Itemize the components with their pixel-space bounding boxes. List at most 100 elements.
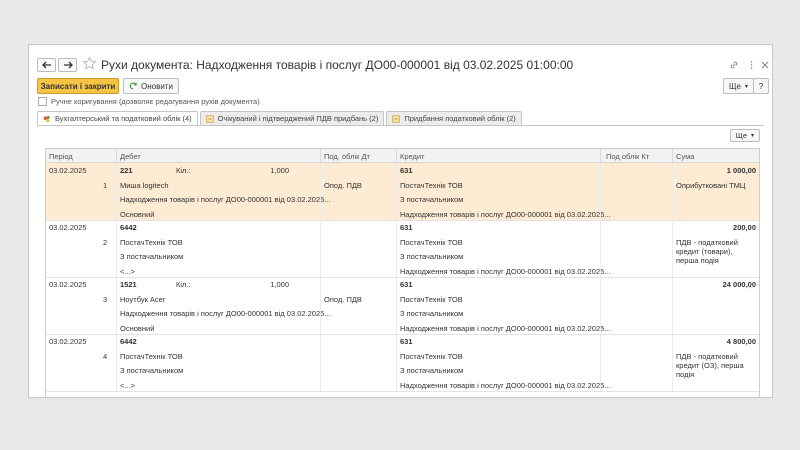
debit-subconto-1: Ноутбук Acer <box>120 294 166 304</box>
column-divider <box>672 220 673 277</box>
help-button[interactable]: ? <box>753 78 769 94</box>
amount-value: 24 000,00 <box>722 280 756 289</box>
credit-subconto-2: З постачальником <box>400 366 464 375</box>
manual-correction-checkbox[interactable] <box>38 97 47 106</box>
credit-subconto-1: ПостачТехнік ТОВ <box>400 180 463 190</box>
star-icon[interactable] <box>82 56 97 71</box>
credit-subconto-2: З постачальником <box>400 309 464 318</box>
kebab-icon[interactable] <box>744 58 758 72</box>
amount-note: ПДВ - податковий кредит (ОЗ), перша поді… <box>676 351 744 379</box>
column-divider <box>116 277 117 334</box>
row-number: 1 <box>103 180 108 190</box>
debit-subconto-3: Основний <box>120 209 155 219</box>
debit-account: 6442 <box>120 223 137 232</box>
tax-debit-value: Опод. ПДВ <box>324 294 362 304</box>
column-divider <box>600 163 601 220</box>
debit-subconto-2: Надходження товарів і послуг ДО00-000001… <box>120 309 331 318</box>
credit-subconto-3: Надходження товарів і послуг ДО00-000001… <box>400 323 611 333</box>
arrow-left-icon <box>41 61 51 69</box>
movements-table[interactable]: Період Дебет Под. облік Дт Кредит Под об… <box>45 148 760 397</box>
table-row[interactable]: 03.02.2025 3 1521 Кіл.: 1,000 Ноутбук Acer Над… <box>46 277 759 335</box>
column-divider <box>320 277 321 334</box>
manual-correction-label: Ручне коригування (дозволяє редагування … <box>51 97 260 106</box>
debit-subconto-2: З постачальником <box>120 252 184 261</box>
tab-label: Придбання податковий облік (2) <box>404 114 516 123</box>
header-tax-credit[interactable]: Под облік Кт <box>606 152 649 161</box>
column-divider <box>116 334 117 391</box>
credit-subconto-2: З постачальником <box>400 252 464 261</box>
credit-account: 631 <box>400 337 413 346</box>
close-icon[interactable] <box>758 58 772 72</box>
table-row[interactable]: 03.02.2025 2 6442 ПостачТехнік ТОВ З постача… <box>46 220 759 278</box>
credit-account: 631 <box>400 223 413 232</box>
credit-subconto-1: ПостачТехнік ТОВ <box>400 237 463 247</box>
header-tax-debit[interactable]: Под. облік Дт <box>324 152 370 161</box>
back-button[interactable] <box>37 58 56 72</box>
register-icon <box>206 114 214 123</box>
column-divider <box>116 163 117 220</box>
toolbar: Записати і закрити Оновити Ще ▾ ? <box>29 77 772 95</box>
more-label: Ще <box>729 81 741 91</box>
quantity-label: Кіл.: <box>176 280 191 289</box>
row-number: 2 <box>103 237 108 247</box>
row-number: 4 <box>103 351 108 361</box>
row-period: 03.02.2025 <box>49 223 87 232</box>
credit-account: 631 <box>400 280 413 289</box>
grid-more-button[interactable]: Ще ▾ <box>729 129 760 142</box>
column-divider <box>672 277 673 334</box>
forward-button[interactable] <box>58 58 77 72</box>
header-debit[interactable]: Дебет <box>120 152 141 161</box>
tab-divider <box>37 125 764 126</box>
amount-value: 1 000,00 <box>726 166 756 175</box>
debit-subconto-2: Надходження товарів і послуг ДО00-000001… <box>120 195 331 204</box>
credit-subconto-1: ПостачТехнік ТОВ <box>400 294 463 304</box>
header-credit[interactable]: Кредит <box>400 152 425 161</box>
amount-note: Оприбутковані ТМЦ <box>676 180 746 190</box>
credit-subconto-2: З постачальником <box>400 195 464 204</box>
column-divider <box>396 220 397 277</box>
movements-window: Рухи документа: Надходження товарів і по… <box>28 44 773 398</box>
more-button[interactable]: Ще ▾ <box>723 78 754 94</box>
tab-vat-expected[interactable]: Очікуваний і підтверджений ПДВ придбань … <box>199 111 385 125</box>
refresh-button[interactable]: Оновити <box>123 78 179 94</box>
tab-label: Бухгалтерський та податковий облік (4) <box>55 114 192 123</box>
debit-subconto-3: Основний <box>120 323 155 333</box>
column-divider <box>320 220 321 277</box>
debit-account: 221 <box>120 166 133 175</box>
column-divider <box>396 334 397 391</box>
debit-subconto-3: <...> <box>120 380 136 390</box>
column-divider <box>600 277 601 334</box>
debit-subconto-3: <...> <box>120 266 136 276</box>
tab-purchase-tax[interactable]: Придбання податковий облік (2) <box>386 111 522 125</box>
tab-accounting[interactable]: Бухгалтерський та податковий облік (4) <box>37 111 198 125</box>
table-row[interactable]: 03.02.2025 4 6442 ПостачТехнік ТОВ З постача… <box>46 334 759 392</box>
column-divider <box>600 220 601 277</box>
register-icon <box>392 114 400 123</box>
quantity-label: Кіл.: <box>176 166 191 175</box>
link-icon[interactable] <box>727 58 741 72</box>
debit-subconto-1: ПостачТехнік ТОВ <box>120 351 183 361</box>
table-row[interactable]: 03.02.2025 1 221 Кіл.: 1,000 Миша logitech Над… <box>46 163 759 221</box>
chevron-down-icon: ▾ <box>750 133 754 139</box>
credit-subconto-3: Надходження товарів і послуг ДО00-000001… <box>400 266 611 276</box>
debit-account: 6442 <box>120 337 137 346</box>
credit-subconto-3: Надходження товарів і послуг ДО00-000001… <box>400 380 611 390</box>
arrow-right-icon <box>63 61 73 69</box>
column-divider <box>396 277 397 334</box>
header-amount[interactable]: Сума <box>676 152 694 161</box>
column-divider <box>320 334 321 391</box>
manual-correction-row[interactable]: Ручне коригування (дозволяє редагування … <box>38 97 260 106</box>
header-period[interactable]: Період <box>49 152 73 161</box>
refresh-icon <box>129 82 137 90</box>
tab-strip: Бухгалтерський та податковий облік (4) О… <box>37 111 524 125</box>
amount-value: 4 800,00 <box>726 337 756 346</box>
save-and-close-button[interactable]: Записати і закрити <box>37 78 119 94</box>
row-number: 3 <box>103 294 108 304</box>
column-divider <box>320 163 321 220</box>
quantity-value: 1,000 <box>270 280 289 289</box>
tax-debit-value: Опод. ПДВ <box>324 180 362 190</box>
row-period: 03.02.2025 <box>49 337 87 346</box>
debit-subconto-1: Миша logitech <box>120 180 169 190</box>
amount-note: ПДВ - податковий кредит (товари), перша … <box>676 237 738 265</box>
tab-label: Очікуваний і підтверджений ПДВ придбань … <box>217 114 379 123</box>
